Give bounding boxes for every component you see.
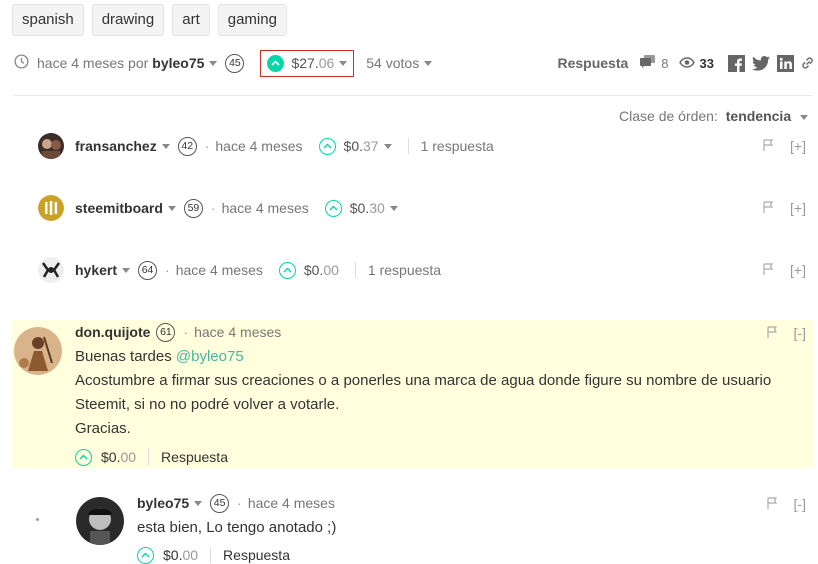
comments-icon xyxy=(640,55,656,71)
comment-footer: $0.00 Respuesta xyxy=(75,448,228,466)
avatar[interactable] xyxy=(14,327,62,375)
upvote-icon[interactable] xyxy=(278,261,296,279)
author-dropdown-icon[interactable] xyxy=(167,205,176,211)
tag-drawing[interactable]: drawing xyxy=(91,4,165,36)
comment-payout: $0.00 xyxy=(101,449,137,465)
tag-spanish[interactable]: spanish xyxy=(12,4,84,36)
views-icon xyxy=(678,55,695,71)
comment-author[interactable]: byleo75 xyxy=(137,495,189,511)
votes-dropdown-icon[interactable] xyxy=(424,60,433,66)
reply-button[interactable]: Respuesta xyxy=(161,449,228,465)
author-dropdown-icon[interactable] xyxy=(194,500,203,506)
comment-time[interactable]: hace 4 meses xyxy=(222,200,309,216)
payout-dropdown-icon[interactable] xyxy=(389,205,398,211)
linkedin-icon[interactable] xyxy=(777,54,794,72)
comment-body: Buenas tardes @byleo75 Acostumbre a firm… xyxy=(75,348,772,437)
replies-count[interactable]: 1 respuesta xyxy=(421,138,494,154)
author-dropdown-icon[interactable] xyxy=(161,143,170,149)
reply-header: byleo75 45 · hace 4 meses xyxy=(137,493,335,513)
tag-list: spanish drawing art gaming xyxy=(12,4,287,36)
comment-time[interactable]: hace 4 meses xyxy=(248,495,335,511)
collapse-toggle[interactable]: [-] xyxy=(794,325,806,341)
post-author[interactable]: byleo75 xyxy=(152,55,204,71)
comment-payout[interactable]: $0.37 xyxy=(344,138,379,154)
comment-time[interactable]: hace 4 meses xyxy=(176,262,263,278)
upvote-icon[interactable] xyxy=(75,448,92,466)
author-reputation: 45 xyxy=(210,493,230,513)
facebook-icon[interactable] xyxy=(728,54,745,72)
upvote-icon[interactable] xyxy=(324,199,342,217)
comment-payout[interactable]: $0.30 xyxy=(350,200,385,216)
avatar[interactable] xyxy=(76,497,124,545)
author-reputation: 42 xyxy=(177,136,197,156)
comment-author[interactable]: steemitboard xyxy=(75,200,163,216)
author-dropdown-icon[interactable] xyxy=(122,267,131,273)
divider xyxy=(14,95,812,96)
clock-icon xyxy=(14,54,29,72)
link-icon[interactable] xyxy=(801,56,814,70)
author-reputation: 59 xyxy=(183,198,203,218)
author-reputation: 45 xyxy=(225,53,245,73)
avatar[interactable] xyxy=(38,133,64,159)
flag-icon[interactable] xyxy=(763,138,774,154)
tag-gaming[interactable]: gaming xyxy=(217,4,287,36)
upvote-icon[interactable] xyxy=(267,54,285,72)
upvote-icon[interactable] xyxy=(318,137,336,155)
comment-header: don.quijote 61 · hace 4 meses xyxy=(75,322,282,342)
reply-footer: $0.00 Respuesta xyxy=(137,546,290,564)
expand-toggle[interactable]: [+] xyxy=(790,138,806,154)
author-reputation: 61 xyxy=(156,322,176,342)
thread-dot xyxy=(36,518,39,521)
replies-count[interactable]: 1 respuesta xyxy=(368,262,441,278)
payout-dropdown-icon[interactable] xyxy=(339,60,348,66)
reply-button[interactable]: Respuesta xyxy=(223,547,290,563)
flag-icon[interactable] xyxy=(763,262,774,278)
comment-time[interactable]: hace 4 meses xyxy=(215,138,302,154)
comment-payout: $0.00 xyxy=(303,262,339,278)
comment-author[interactable]: fransanchez xyxy=(75,138,157,154)
author-reputation: 64 xyxy=(138,260,158,280)
expand-toggle[interactable]: [+] xyxy=(790,200,806,216)
avatar[interactable] xyxy=(38,195,64,221)
comment-time[interactable]: hace 4 meses xyxy=(194,324,281,340)
comments-count: 8 xyxy=(661,55,669,71)
flag-icon[interactable] xyxy=(766,496,778,512)
mention-link[interactable]: @byleo75 xyxy=(176,348,244,365)
upvote-icon[interactable] xyxy=(137,546,154,564)
comment-author[interactable]: hykert xyxy=(75,262,117,278)
comment-collapsed: steemitboard 59 · hace 4 meses $0.30 [+] xyxy=(38,195,806,221)
expand-toggle[interactable]: [+] xyxy=(790,262,806,278)
author-dropdown-icon[interactable] xyxy=(209,60,218,66)
votes-count[interactable]: 54 votos xyxy=(366,55,419,71)
comment-collapsed: hykert 64 · hace 4 meses $0.00 1 respues… xyxy=(38,257,806,283)
sort-selector[interactable]: Clase de órden: tendencia xyxy=(619,108,808,124)
post-payout[interactable]: $27.06 xyxy=(260,49,355,77)
post-info-row: hace 4 meses por byleo75 45 $27.06 54 vo… xyxy=(14,48,814,78)
comment-author[interactable]: don.quijote xyxy=(75,324,150,340)
avatar[interactable] xyxy=(38,257,64,283)
post-reply-button[interactable]: Respuesta xyxy=(557,55,628,71)
payout-dropdown-icon[interactable] xyxy=(383,143,392,149)
twitter-icon[interactable] xyxy=(752,55,770,71)
sort-value[interactable]: tendencia xyxy=(726,108,791,124)
sort-label: Clase de órden: xyxy=(619,108,718,124)
post-payout-value: $27.06 xyxy=(291,55,335,71)
views-count: 33 xyxy=(699,55,714,71)
comment-payout: $0.00 xyxy=(163,547,199,563)
flag-icon[interactable] xyxy=(766,325,778,341)
post-time: hace 4 meses por xyxy=(37,55,149,71)
flag-icon[interactable] xyxy=(763,200,774,216)
collapse-toggle[interactable]: [-] xyxy=(794,496,806,512)
tag-art[interactable]: art xyxy=(172,4,210,36)
sort-dropdown-icon[interactable] xyxy=(800,114,808,120)
reply-body: esta bien, Lo tengo anotado ;) xyxy=(137,519,337,536)
comment-collapsed: fransanchez 42 · hace 4 meses $0.37 1 re… xyxy=(38,133,806,159)
